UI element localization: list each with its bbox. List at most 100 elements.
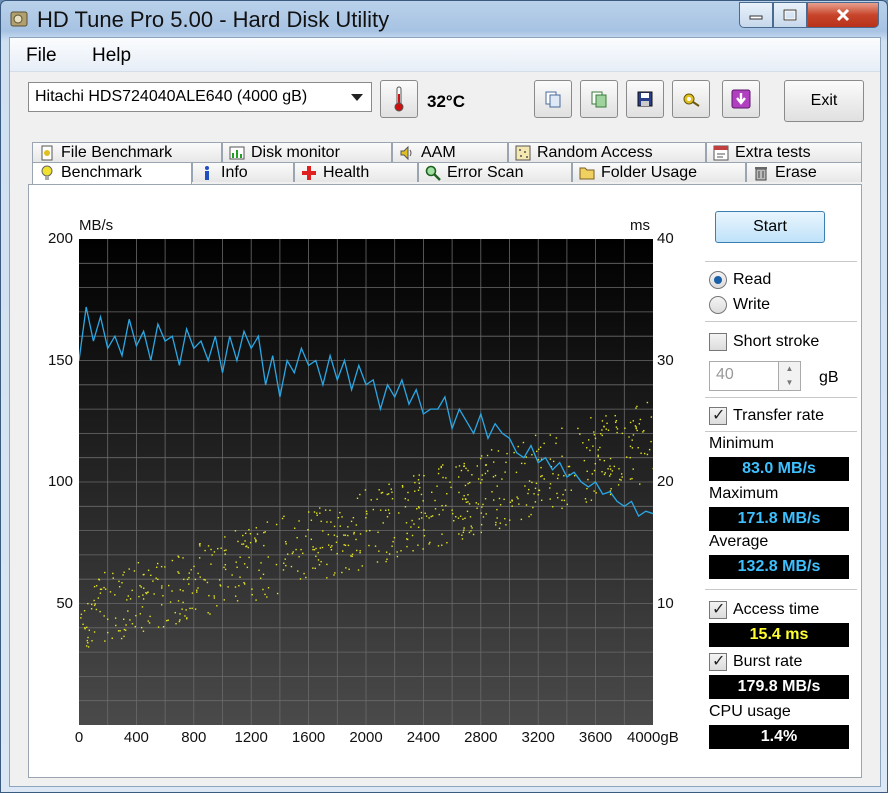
access-time-point <box>594 462 597 465</box>
access-time-point <box>171 559 174 562</box>
save-button[interactable] <box>626 80 664 118</box>
read-radio[interactable] <box>709 271 727 289</box>
tab-info[interactable]: Info <box>192 162 294 182</box>
copy-info-button[interactable] <box>534 80 572 118</box>
exit-button[interactable]: Exit <box>784 80 864 122</box>
tab-extra-tests[interactable]: Extra tests <box>706 142 862 162</box>
access-time-point <box>259 577 262 579</box>
start-button[interactable]: Start <box>715 211 825 243</box>
access-time-point <box>411 519 413 522</box>
access-time-point <box>577 427 579 430</box>
access-time-point <box>93 604 96 607</box>
access-time-point <box>351 555 353 558</box>
access-time-point <box>315 547 317 550</box>
access-time-point <box>535 482 538 485</box>
copy-screenshot-button[interactable] <box>580 80 618 118</box>
menu-help[interactable]: Help <box>92 45 131 67</box>
average-value: 132.8 MB/s <box>709 555 849 579</box>
spin-up-icon[interactable]: ▲ <box>778 362 800 376</box>
short-stroke-checkbox[interactable] <box>709 333 727 351</box>
tab-disk-monitor[interactable]: Disk monitor <box>222 142 392 162</box>
access-time-point <box>281 517 284 520</box>
access-time-point <box>615 426 618 428</box>
tab-health[interactable]: Health <box>294 162 418 182</box>
access-time-point <box>155 566 158 568</box>
access-time-point <box>407 491 409 494</box>
tab-folder-usage[interactable]: Folder Usage <box>572 162 746 182</box>
access-time-point <box>592 445 594 447</box>
access-time-point <box>594 437 597 440</box>
access-time-point <box>481 474 483 476</box>
access-time-checkbox[interactable] <box>709 599 727 619</box>
access-time-point <box>585 501 588 503</box>
access-time-point <box>99 610 101 613</box>
access-time-point <box>213 597 216 599</box>
drive-select[interactable]: Hitachi HDS724040ALE640 (4000 gB) <box>28 82 372 112</box>
access-time-point <box>561 507 563 510</box>
access-time-point <box>567 465 570 468</box>
access-time-point <box>420 511 423 514</box>
access-time-point <box>99 588 102 590</box>
access-time-point <box>543 478 545 480</box>
access-time-point <box>465 498 467 500</box>
tab-file-benchmark[interactable]: File Benchmark <box>32 142 222 162</box>
access-time-point <box>498 527 501 530</box>
tab-error-scan[interactable]: Error Scan <box>418 162 572 182</box>
download-button[interactable] <box>722 80 760 118</box>
spin-down-icon[interactable]: ▼ <box>778 376 800 390</box>
access-time-point <box>417 544 419 546</box>
access-time-point <box>607 429 610 431</box>
menu-file[interactable]: File <box>26 45 57 67</box>
access-time-point <box>114 594 116 596</box>
title-bar[interactable]: HD Tune Pro 5.00 - Hard Disk Utility <box>1 1 887 37</box>
access-time-point <box>171 590 173 592</box>
access-time-point <box>353 533 355 535</box>
access-time-point <box>458 465 461 467</box>
access-time-point <box>404 497 407 500</box>
access-time-point <box>312 548 314 551</box>
burst-rate-checkbox[interactable] <box>709 651 727 671</box>
access-time-point <box>476 507 478 509</box>
tab-benchmark[interactable]: Benchmark <box>32 162 192 184</box>
tab-aam[interactable]: AAM <box>392 142 508 162</box>
tab-erase[interactable]: Erase <box>746 162 862 182</box>
access-time-point <box>438 513 440 516</box>
access-time-point <box>481 478 483 481</box>
access-time-point <box>142 594 144 596</box>
access-time-point <box>520 462 523 465</box>
tab-random-access[interactable]: Random Access <box>508 142 706 162</box>
access-time-point <box>377 531 379 534</box>
access-time-label: Access time <box>733 601 820 618</box>
access-time-point <box>396 555 399 558</box>
access-time-point <box>563 475 565 477</box>
access-time-point <box>570 489 573 491</box>
access-time-point <box>387 493 390 495</box>
access-time-point <box>313 549 316 551</box>
access-time-point <box>593 431 595 433</box>
access-time-point <box>336 552 338 555</box>
transfer-rate-checkbox[interactable] <box>709 405 727 425</box>
access-time-point <box>93 585 96 588</box>
access-time-point <box>430 515 432 518</box>
access-time-point <box>629 478 632 480</box>
access-time-point <box>135 614 137 617</box>
access-time-point <box>141 606 144 608</box>
access-time-point <box>206 581 209 584</box>
access-time-point <box>359 493 361 496</box>
menu-bar: File Help <box>10 38 880 72</box>
access-time-point <box>359 550 361 552</box>
short-stroke-input[interactable]: 40 ▲ ▼ <box>709 361 801 391</box>
options-button[interactable] <box>672 80 710 118</box>
access-time-point <box>139 613 142 615</box>
access-time-point <box>393 536 396 539</box>
access-time-point <box>191 592 194 594</box>
access-time-point <box>610 488 612 490</box>
access-time-point <box>97 597 100 599</box>
close-button[interactable] <box>807 2 879 28</box>
maximize-button[interactable] <box>773 2 807 28</box>
minimize-button[interactable] <box>739 2 773 28</box>
access-time-point <box>292 551 294 553</box>
write-radio[interactable] <box>709 296 727 314</box>
temperature-button[interactable] <box>380 80 418 118</box>
access-time-point <box>561 499 563 502</box>
